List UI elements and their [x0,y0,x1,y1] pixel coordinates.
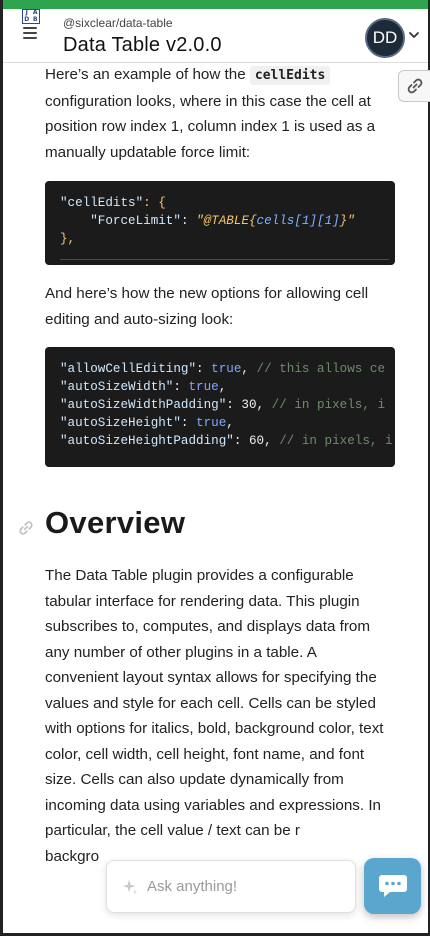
code-token: : [196,362,212,376]
inline-code: cellEdits [249,66,331,85]
top-accent-bar [0,0,430,9]
code-token: "autoSizeHeightPadding" [60,434,234,448]
chevron-down-icon[interactable] [408,29,420,41]
code-token: : [233,434,249,448]
code-token: cells[1][1] [256,214,340,228]
code-token: true [196,416,227,430]
avatar[interactable]: DD [365,18,405,58]
ask-input[interactable]: Ask anything! [106,860,356,913]
code-token: "allowCellEditing" [60,362,197,376]
code-block-options[interactable]: "allowCellEditing": true, // this allows… [45,347,395,467]
code-token: , [264,434,280,448]
code-token: , [218,380,227,394]
copy-link-button[interactable] [398,70,430,102]
code-token: "autoSizeWidth" [60,380,174,394]
overview-paragraph: The Data Table plugin provides a configu… [45,567,384,839]
code-comment: // in pixels, i [271,398,386,412]
code-block-celledits[interactable]: "cellEdits": { "ForceLimit": "@TABLE{cel… [45,181,395,265]
code-token: "ForceLimit" [90,214,181,228]
anchor-link-icon[interactable] [17,519,35,537]
package-name: @sixclear/data-table [63,16,173,30]
chat-bubble-icon [378,875,407,897]
code-token: : [180,416,197,430]
app-logo[interactable]: J A D B [22,9,40,24]
between-paragraph: And here’s how the new options for allow… [45,285,369,328]
code-token: true [211,362,242,376]
chat-button[interactable] [364,858,421,914]
intro-text: Here’s an example of how the [45,66,250,83]
menu-icon[interactable] [23,27,37,41]
code-token: true [188,380,219,394]
code-comment: // this allows ce [256,362,386,376]
sparkle-icon [122,879,138,894]
logo-letter: D [24,16,30,23]
code-token: : [173,380,189,394]
code-token: : { [143,196,166,210]
code-token: , [256,398,272,412]
app-header: J A D B @sixclear/data-table Data Table … [3,9,428,63]
code-token: 30 [241,398,257,412]
link-icon [407,78,423,94]
code-token: 60 [248,434,265,448]
code-token: "autoSizeWidthPadding" [60,398,227,412]
window-frame-left [0,0,3,936]
code-token: : [226,398,242,412]
page-title: Data Table v2.0.0 [63,34,222,56]
code-token: "cellEdits" [60,196,144,210]
code-comment: // in pixels, i [279,434,393,448]
code-token: , [226,416,234,430]
logo-letter: B [32,16,38,23]
code-token: "autoSizeHeight" [60,416,181,430]
code-scroll-rule [60,259,389,260]
ask-placeholder: Ask anything! [147,878,238,895]
code-token: }, [60,232,76,246]
article-content: Here’s an example of how the cellEdits c… [45,62,395,467]
intro-paragraph: Here’s an example of how the cellEdits c… [45,62,395,165]
code-token: }" [339,214,355,228]
code-token: "@TABLE{ [196,214,257,228]
overview-heading: Overview [45,505,186,540]
code-token: , [241,362,257,376]
code-token: : [180,214,197,228]
intro-text-cont: configuration looks, where in this case … [45,92,376,161]
